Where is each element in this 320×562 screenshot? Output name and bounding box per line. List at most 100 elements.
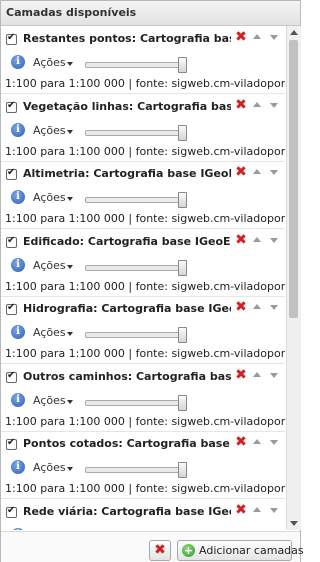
opacity-slider-thumb[interactable] [178,462,187,478]
add-layers-label: Adicionar camadas [199,544,304,557]
layer-visibility-checkbox[interactable] [6,235,17,248]
opacity-slider[interactable] [85,192,187,208]
delete-icon[interactable]: ✖ [234,368,248,382]
layer-scale-source: 1:100 para 1:100 000 | fonte: sigweb.cm-… [5,347,285,360]
chevron-down-icon[interactable] [67,332,73,336]
delete-icon[interactable]: ✖ [234,435,248,449]
scroll-up-icon[interactable] [290,30,298,35]
chevron-down-icon[interactable] [67,400,73,404]
layer-visibility-checkbox[interactable] [6,167,17,180]
move-up-icon[interactable] [253,102,261,107]
actions-menu[interactable]: Ações [33,394,66,407]
scrollbar-thumb[interactable] [289,40,298,318]
layer-scale-source: 1:100 para 1:100 000 | fonte: sigweb.cm-… [5,77,285,90]
move-down-icon[interactable] [270,238,278,243]
actions-menu[interactable]: Ações [33,461,66,474]
layer-scale: 1:100 para 1:100 000 [5,415,125,428]
delete-icon[interactable]: ✖ [234,503,248,517]
remove-all-button[interactable]: ✖ [149,540,171,561]
layer-scale: 1:100 para 1:100 000 [5,212,125,225]
layer-visibility-checkbox[interactable] [6,370,17,383]
layer-source: fonte: sigweb.cm-viladoporto.pt [135,280,285,293]
move-up-icon[interactable] [253,34,261,39]
layer-scale: 1:100 para 1:100 000 [5,77,125,90]
layer-source: fonte: sigweb.cm-viladoporto.pt [135,482,285,495]
separator: | [128,280,133,293]
layer-visibility-checkbox[interactable] [6,32,17,45]
info-icon[interactable]: i [11,258,25,272]
panel-header: Camadas disponíveis [1,1,300,26]
delete-icon[interactable]: ✖ [234,30,248,44]
opacity-slider[interactable] [85,57,187,73]
layer-name: Outros caminhos: Cartografia base IGeoE [23,370,231,383]
actions-menu[interactable]: Ações [33,56,66,69]
add-icon: + [182,544,195,557]
info-icon[interactable]: i [11,393,25,407]
layer-visibility-checkbox[interactable] [6,302,17,315]
move-down-icon[interactable] [270,305,278,310]
opacity-slider[interactable] [85,395,187,411]
move-up-icon[interactable] [253,372,261,377]
actions-menu[interactable]: Ações [33,259,66,272]
layer-scale-source: 1:100 para 1:100 000 | fonte: sigweb.cm-… [5,280,285,293]
actions-menu[interactable]: Ações [33,191,66,204]
move-up-icon[interactable] [253,169,261,174]
opacity-slider[interactable] [85,327,187,343]
layer-scale: 1:100 para 1:100 000 [5,347,125,360]
chevron-down-icon[interactable] [67,197,73,201]
move-down-icon[interactable] [270,373,278,378]
layer-visibility-checkbox[interactable] [6,437,17,450]
chevron-down-icon[interactable] [67,265,73,269]
layer-source: fonte: sigweb.cm-viladoporto.pt [135,212,285,225]
layer-visibility-checkbox[interactable] [6,505,17,518]
add-layers-button[interactable]: + Adicionar camadas [177,540,304,561]
layer-row: Outros caminhos: Cartografia base IGeoE✖… [1,364,285,432]
layer-visibility-checkbox[interactable] [6,100,17,113]
opacity-slider-thumb[interactable] [178,260,187,276]
delete-icon[interactable]: ✖ [234,233,248,247]
move-up-icon[interactable] [253,237,261,242]
actions-menu[interactable]: Ações [33,529,66,530]
delete-icon[interactable]: ✖ [234,165,248,179]
move-down-icon[interactable] [270,103,278,108]
info-icon[interactable]: i [11,460,25,474]
separator: | [128,145,133,158]
chevron-down-icon[interactable] [67,130,73,134]
move-down-icon[interactable] [270,35,278,40]
layer-name: Vegetação linhas: Cartografia base IGeoE [23,100,231,113]
move-down-icon[interactable] [270,508,278,513]
opacity-slider-thumb[interactable] [178,192,187,208]
delete-icon[interactable]: ✖ [234,98,248,112]
separator: | [128,482,133,495]
info-icon[interactable]: i [11,190,25,204]
chevron-down-icon[interactable] [67,467,73,471]
info-icon[interactable]: i [11,325,25,339]
layer-source: fonte: sigweb.cm-viladoporto.pt [135,415,285,428]
delete-icon[interactable]: ✖ [234,300,248,314]
chevron-down-icon[interactable] [67,62,73,66]
opacity-slider[interactable] [85,260,187,276]
move-down-icon[interactable] [270,170,278,175]
opacity-slider[interactable] [85,125,187,141]
opacity-slider-thumb[interactable] [178,395,187,411]
layer-name: Pontos cotados: Cartografia base IGeoE [23,437,231,450]
scrollbar[interactable] [286,26,301,530]
layer-scale: 1:100 para 1:100 000 [5,145,125,158]
move-up-icon[interactable] [253,439,261,444]
move-up-icon[interactable] [253,304,261,309]
info-icon[interactable]: i [11,123,25,137]
actions-menu[interactable]: Ações [33,326,66,339]
panel-footer: ✖ + Adicionar camadas [1,531,304,562]
opacity-slider-thumb[interactable] [178,327,187,343]
info-icon[interactable]: i [11,55,25,69]
move-down-icon[interactable] [270,440,278,445]
opacity-slider-thumb[interactable] [178,57,187,73]
opacity-slider[interactable] [85,462,187,478]
info-icon[interactable]: i [11,528,25,530]
actions-menu[interactable]: Ações [33,124,66,137]
opacity-slider-thumb[interactable] [178,125,187,141]
layer-scale: 1:100 para 1:100 000 [5,280,125,293]
scroll-down-icon[interactable] [290,521,298,526]
layer-scale: 1:100 para 1:100 000 [5,482,125,495]
move-up-icon[interactable] [253,507,261,512]
